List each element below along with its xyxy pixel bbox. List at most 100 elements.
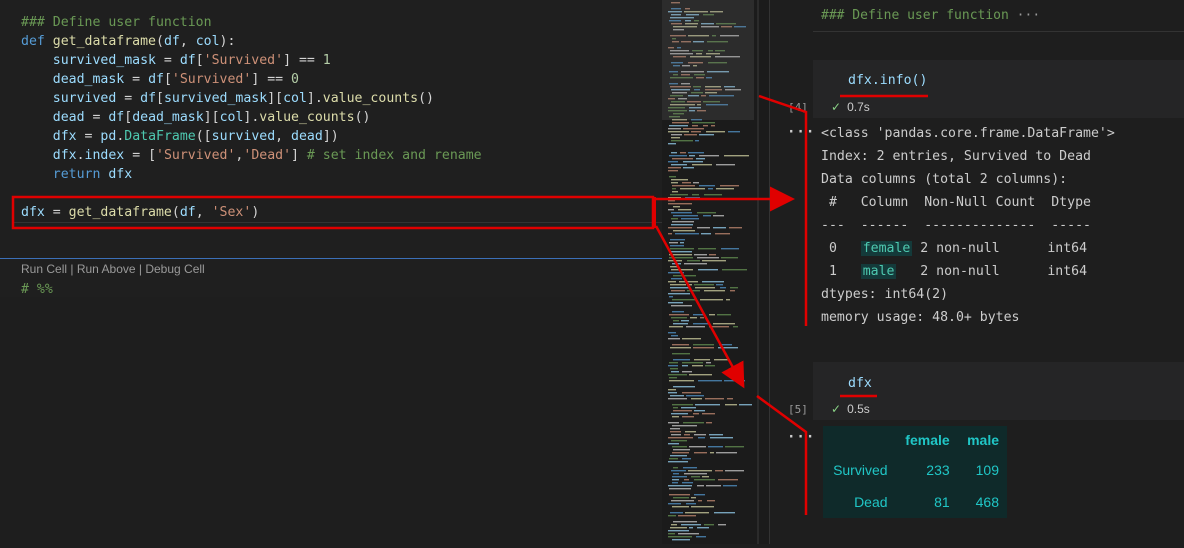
minimap-line xyxy=(670,368,678,370)
minimap-line xyxy=(669,458,678,460)
minimap-line xyxy=(672,188,676,190)
minimap-line xyxy=(690,317,697,319)
cell-5-source[interactable]: dfx xyxy=(848,376,872,391)
code-token: survived_mask xyxy=(163,91,268,106)
minimap-line xyxy=(693,413,699,415)
code-token: ### Define user function xyxy=(21,15,212,30)
minimap-line xyxy=(673,386,695,388)
minimap-line xyxy=(730,287,738,289)
run-above-link[interactable]: Run Above xyxy=(77,262,136,276)
code-token: index xyxy=(84,148,125,163)
minimap-line xyxy=(672,353,690,355)
code-line[interactable]: dead_mask = df['Survived'] == 0 xyxy=(21,70,299,89)
minimap-line xyxy=(672,221,694,223)
minimap-line xyxy=(691,476,700,478)
minimap-line xyxy=(672,446,687,448)
minimap-line xyxy=(699,134,714,136)
code-token: survived xyxy=(52,91,117,106)
code-line[interactable]: dfx = pd.DataFrame([survived, dead]) xyxy=(21,127,339,146)
code-line[interactable]: dfx = get_dataframe(df, 'Sex') xyxy=(21,203,259,222)
minimap-line xyxy=(669,254,692,256)
minimap-line xyxy=(671,440,687,442)
minimap-line xyxy=(673,449,690,451)
minimap-line xyxy=(671,179,688,181)
cell-4-source[interactable]: dfx.info() xyxy=(848,73,927,88)
minimap-line xyxy=(670,395,684,397)
minimap-line xyxy=(706,131,725,133)
minimap-line xyxy=(694,254,707,256)
minimap-line xyxy=(729,227,742,229)
output-line: Index: 2 entries, Survived to Dead xyxy=(821,149,1091,164)
minimap-line xyxy=(668,302,683,304)
minimap-line xyxy=(685,512,709,514)
debug-cell-link[interactable]: Debug Cell xyxy=(145,262,204,276)
minimap-line xyxy=(714,512,735,514)
minimap-line xyxy=(691,497,696,499)
code-token: [ xyxy=(156,91,164,106)
minimap-line xyxy=(668,503,681,505)
minimap-line xyxy=(668,338,680,340)
minimap-line xyxy=(710,437,733,439)
minimap-line xyxy=(713,215,724,217)
markdown-more-icon[interactable]: ··· xyxy=(1017,8,1040,23)
minimap-line xyxy=(716,284,723,286)
minimap-line xyxy=(693,314,705,316)
minimap-line xyxy=(671,470,686,472)
code-editor[interactable]: ### Define user function def get_datafram… xyxy=(0,0,662,544)
minimap-line xyxy=(682,365,688,367)
markdown-cell[interactable]: ### Define user function ··· xyxy=(821,8,1040,23)
minimap-line xyxy=(671,224,693,226)
code-line[interactable]: survived_mask = df['Survived'] == 1 xyxy=(21,51,331,70)
output-more-icon[interactable]: ··· xyxy=(787,124,815,140)
minimap-line xyxy=(691,131,701,133)
code-line[interactable]: survived = df[survived_mask][col].value_… xyxy=(21,89,434,108)
minimap-line xyxy=(716,188,734,190)
code-token: df xyxy=(179,205,196,220)
table-row: Dead 81 468 xyxy=(823,486,1007,518)
minimap-line xyxy=(673,359,690,361)
minimap-line xyxy=(725,470,744,472)
code-token: # set index and rename xyxy=(306,148,482,163)
minimap-line xyxy=(717,314,731,316)
minimap-line xyxy=(671,212,692,214)
cell-separator xyxy=(0,258,662,259)
minimap-line xyxy=(694,359,710,361)
output-more-icon[interactable]: ··· xyxy=(787,429,815,445)
next-cell-marker: # %% xyxy=(21,282,53,297)
minimap-slider[interactable] xyxy=(662,0,754,120)
minimap-line xyxy=(672,425,697,427)
minimap-line xyxy=(740,380,745,382)
code-line[interactable]: dfx.index = ['Survived','Dead'] # set in… xyxy=(21,146,482,165)
minimap-line xyxy=(739,404,752,406)
run-cell-link[interactable]: Run Cell xyxy=(21,262,67,276)
minimap-line xyxy=(705,398,724,400)
minimap-line xyxy=(669,314,689,316)
minimap-line xyxy=(684,263,707,265)
code-line[interactable]: dead = df[dead_mask][col].value_counts() xyxy=(21,108,371,127)
minimap-line xyxy=(681,524,701,526)
minimap-line xyxy=(673,215,698,217)
code-cell[interactable]: ### Define user function def get_datafram… xyxy=(0,0,662,297)
vertical-scrollbar[interactable] xyxy=(757,0,759,544)
minimap-line xyxy=(668,389,676,391)
minimap-line xyxy=(718,347,738,349)
code-line[interactable]: def get_dataframe(df, col): xyxy=(21,32,235,51)
minimap-line xyxy=(680,152,686,154)
code-token: ([ xyxy=(195,129,212,144)
minimap-line xyxy=(692,365,703,367)
column-name-male: male xyxy=(860,264,897,279)
code-token: def xyxy=(21,34,53,49)
minimap-line xyxy=(694,494,705,496)
code-token: ] == xyxy=(283,53,323,68)
code-line[interactable]: return dfx xyxy=(21,165,132,184)
code-line[interactable]: ### Define user function xyxy=(21,13,212,32)
minimap[interactable] xyxy=(662,0,770,544)
minimap-line xyxy=(680,188,705,190)
code-token: 'Sex' xyxy=(211,205,252,220)
minimap-line xyxy=(673,230,695,232)
minimap-line xyxy=(668,161,678,163)
code-token: ] == xyxy=(251,72,292,87)
code-token: . xyxy=(76,148,85,163)
